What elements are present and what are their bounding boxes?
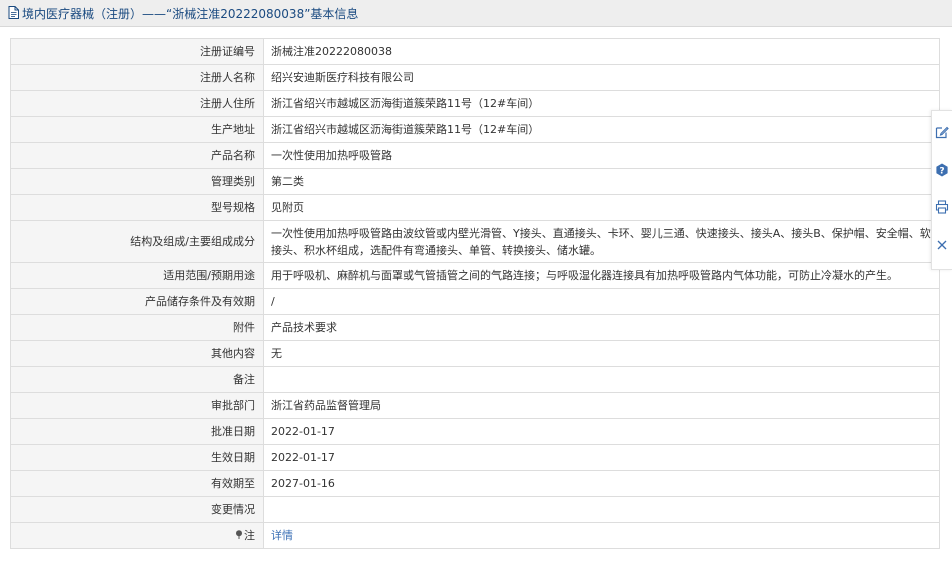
note-label-cell: 注 xyxy=(10,522,264,549)
help-button[interactable]: ? xyxy=(934,163,950,179)
pin-icon xyxy=(235,528,243,539)
page-header: 境内医疗器械（注册）——“浙械注准20222080038”基本信息 xyxy=(0,0,952,27)
field-value: 浙江省药品监督管理局 xyxy=(263,392,940,419)
field-value xyxy=(263,496,940,523)
table-row: 注册人名称 绍兴安迪斯医疗科技有限公司 xyxy=(10,64,940,91)
field-label: 注册证编号 xyxy=(10,38,264,65)
field-label: 管理类别 xyxy=(10,168,264,195)
field-label: 产品名称 xyxy=(10,142,264,169)
side-toolbar: ? xyxy=(931,110,952,270)
table-row: 审批部门 浙江省药品监督管理局 xyxy=(10,392,940,419)
details-link[interactable]: 详情 xyxy=(271,529,293,542)
table-row: 生效日期 2022-01-17 xyxy=(10,444,940,471)
close-icon xyxy=(936,239,948,254)
field-value: 见附页 xyxy=(263,194,940,221)
edit-icon xyxy=(935,125,949,142)
field-value: 一次性使用加热呼吸管路由波纹管或内壁光滑管、Y接头、直通接头、卡环、婴儿三通、快… xyxy=(263,220,940,263)
table-row: 结构及组成/主要组成成分 一次性使用加热呼吸管路由波纹管或内壁光滑管、Y接头、直… xyxy=(10,220,940,263)
close-button[interactable] xyxy=(934,238,950,254)
field-label: 型号规格 xyxy=(10,194,264,221)
table-row: 批准日期 2022-01-17 xyxy=(10,418,940,445)
registration-info-table: 注册证编号 浙械注准20222080038 注册人名称 绍兴安迪斯医疗科技有限公… xyxy=(10,38,940,549)
field-label: 审批部门 xyxy=(10,392,264,419)
field-label: 适用范围/预期用途 xyxy=(10,262,264,289)
field-value: 详情 xyxy=(263,522,940,549)
field-label: 变更情况 xyxy=(10,496,264,523)
print-button[interactable] xyxy=(934,200,950,217)
table-row: 附件 产品技术要求 xyxy=(10,314,940,341)
edit-button[interactable] xyxy=(934,126,950,142)
table-row: 管理类别 第二类 xyxy=(10,168,940,195)
field-label: 生效日期 xyxy=(10,444,264,471)
field-label: 注册人名称 xyxy=(10,64,264,91)
table-row: 其他内容 无 xyxy=(10,340,940,367)
table-row: 变更情况 xyxy=(10,496,940,523)
note-label: 注 xyxy=(244,528,255,542)
field-value: 绍兴安迪斯医疗科技有限公司 xyxy=(263,64,940,91)
table-row: 有效期至 2027-01-16 xyxy=(10,470,940,497)
field-value: / xyxy=(263,288,940,315)
field-label: 附件 xyxy=(10,314,264,341)
field-value: 浙江省绍兴市越城区沥海街道簇荣路11号（12#车间） xyxy=(263,90,940,117)
table-row: 适用范围/预期用途 用于呼吸机、麻醉机与面罩或气管插管之间的气路连接；与呼吸湿化… xyxy=(10,262,940,289)
field-label: 其他内容 xyxy=(10,340,264,367)
field-label: 批准日期 xyxy=(10,418,264,445)
page-title: 境内医疗器械（注册）——“浙械注准20222080038”基本信息 xyxy=(22,6,359,21)
table-row: 注册证编号 浙械注准20222080038 xyxy=(10,38,940,65)
field-value: 第二类 xyxy=(263,168,940,195)
table-row: 备注 xyxy=(10,366,940,393)
field-label: 备注 xyxy=(10,366,264,393)
document-icon xyxy=(8,5,19,19)
field-value: 2022-01-17 xyxy=(263,418,940,445)
field-value xyxy=(263,366,940,393)
field-value: 无 xyxy=(263,340,940,367)
table-row: 注 详情 xyxy=(10,522,940,549)
table-row: 产品名称 一次性使用加热呼吸管路 xyxy=(10,142,940,169)
field-label: 生产地址 xyxy=(10,116,264,143)
field-label: 产品储存条件及有效期 xyxy=(10,288,264,315)
field-value: 2022-01-17 xyxy=(263,444,940,471)
table-row: 产品储存条件及有效期 / xyxy=(10,288,940,315)
field-label: 注册人住所 xyxy=(10,90,264,117)
field-value: 产品技术要求 xyxy=(263,314,940,341)
field-label: 有效期至 xyxy=(10,470,264,497)
table-row: 型号规格 见附页 xyxy=(10,194,940,221)
field-value: 2027-01-16 xyxy=(263,470,940,497)
help-icon: ? xyxy=(935,163,949,180)
table-row: 注册人住所 浙江省绍兴市越城区沥海街道簇荣路11号（12#车间） xyxy=(10,90,940,117)
field-value: 浙江省绍兴市越城区沥海街道簇荣路11号（12#车间） xyxy=(263,116,940,143)
field-label: 结构及组成/主要组成成分 xyxy=(10,220,264,263)
svg-text:?: ? xyxy=(939,166,944,176)
field-value: 一次性使用加热呼吸管路 xyxy=(263,142,940,169)
field-value: 浙械注准20222080038 xyxy=(263,38,940,65)
print-icon xyxy=(935,200,949,217)
table-row: 生产地址 浙江省绍兴市越城区沥海街道簇荣路11号（12#车间） xyxy=(10,116,940,143)
field-value: 用于呼吸机、麻醉机与面罩或气管插管之间的气路连接；与呼吸湿化器连接具有加热呼吸管… xyxy=(263,262,940,289)
